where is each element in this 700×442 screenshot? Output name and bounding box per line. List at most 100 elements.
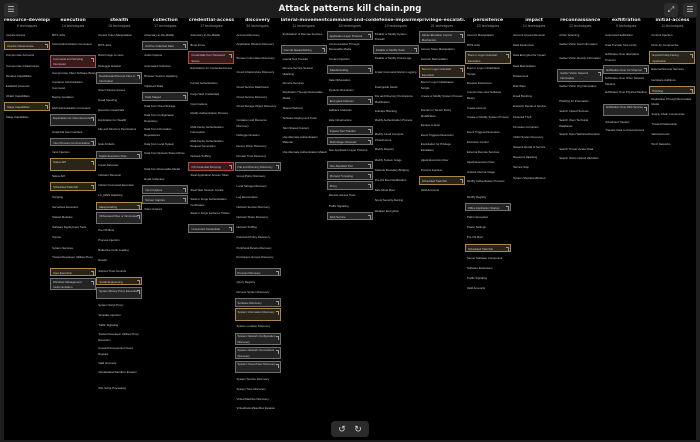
technique-label: Debugger Evasion xyxy=(98,63,122,68)
technique-cell: External Remote Services xyxy=(649,65,695,74)
technique-cell: Compromise Infrastructure xyxy=(4,62,50,71)
technique-count: 23 techniques xyxy=(476,23,500,28)
technique-cell: Deploy Container xyxy=(50,93,96,102)
subtechnique-handle-icon xyxy=(506,54,509,59)
subtechnique-handle-icon xyxy=(644,68,648,73)
technique-label: Valid Accounts xyxy=(420,188,440,193)
technique-cell: Hide Infrastructure xyxy=(327,116,373,125)
technique-label: Data from Removable Media xyxy=(144,166,180,171)
subtechnique-handle-icon xyxy=(506,246,509,251)
technique-label: Escape to Host xyxy=(420,123,440,128)
technique-label: File and Directory Permissions xyxy=(98,127,137,132)
technique-cell-highlighted: System Owner/User Discovery xyxy=(234,360,281,373)
technique-cell: Steal or Forge Authentication Certificat… xyxy=(188,196,234,208)
technique-label: Cloud Storage Object Discovery xyxy=(236,104,277,109)
technique-cell: ESXi Administration Command xyxy=(50,104,96,113)
rotate-right-icon[interactable]: ↻ xyxy=(351,423,365,435)
technique-cell-highlighted: Web Service xyxy=(326,211,373,221)
technique-cell: Network Share Discovery xyxy=(235,213,281,222)
subtechnique-handle-icon xyxy=(367,98,371,103)
technique-label: Debugger Evasion xyxy=(236,133,260,138)
technique-label: LC_MAIN Hijacking xyxy=(98,193,123,198)
technique-cell: Container and Resource Discovery xyxy=(235,118,281,130)
technique-count: 17 techniques xyxy=(200,23,223,28)
technique-cell: Establish Accounts xyxy=(4,82,50,91)
fullscreen-icon[interactable]: ⤢ xyxy=(664,3,678,17)
technique-cell: Exfiltration Over Physical Medium xyxy=(603,90,649,102)
subtechnique-handle-icon xyxy=(644,106,648,111)
subtechnique-handle-icon xyxy=(137,153,141,158)
technique-label: Exploitation for Credential Access xyxy=(190,66,233,71)
technique-list: Disable or Modify System Firewall Disable… xyxy=(372,31,419,215)
technique-cell: Network Denial of Service xyxy=(511,143,557,152)
technique-cell: Search Victim-Owned Websites xyxy=(557,156,603,168)
technique-label: Replication Through Removable Media xyxy=(651,96,692,107)
technique-cell-highlighted: Encrypted Channel xyxy=(326,95,373,105)
technique-label: Remote Services xyxy=(282,81,304,86)
subtechnique-handle-icon xyxy=(459,179,463,184)
technique-cell: System Services xyxy=(50,244,96,253)
technique-cell: Account Manipulation xyxy=(419,55,465,64)
technique-label: Scripting xyxy=(52,194,63,199)
technique-cell: Virtualization/Sandbox Evasion xyxy=(96,370,142,382)
technique-cell: Source xyxy=(50,233,96,242)
technique-cell: Remote System Discovery xyxy=(235,288,281,297)
technique-cell: Account Access Removal xyxy=(511,31,557,40)
technique-cell: Browser Session Hijacking xyxy=(142,72,188,81)
technique-cell-highlighted: System Binary Proxy Execution xyxy=(96,286,143,300)
technique-label: External Remote Services xyxy=(467,150,500,155)
tactic-header: initial-access 11 techniques xyxy=(649,18,695,30)
technique-cell: Data from Information Repositories xyxy=(142,126,188,138)
technique-label: Drive-by Compromise xyxy=(651,43,679,48)
tactic-column: initial-access 11 techniques Content Injec… xyxy=(649,18,696,151)
technique-cell: Impair Defenses xyxy=(96,161,142,170)
technique-label: Exfiltration Over Physical Medium xyxy=(605,90,648,95)
technique-cell: Indicator Blocking xyxy=(373,107,419,116)
technique-label: Non-Standard Port xyxy=(329,163,354,168)
technique-cell: Content Injection xyxy=(649,31,695,40)
technique-cell: Transfer Data to Cloud Account xyxy=(603,128,649,140)
technique-cell: Debugger Evasion xyxy=(96,62,142,71)
technique-count: 12 techniques xyxy=(568,23,592,28)
technique-cell-highlighted: Stage Capabilities xyxy=(4,102,50,111)
technique-label: Exfiltration Over Web Service xyxy=(606,105,643,110)
subtechnique-handle-icon xyxy=(506,205,509,210)
subtechnique-handle-icon xyxy=(91,116,95,121)
technique-cell: Use Alternate Authentication Material xyxy=(281,148,327,157)
technique-label: Disk Wipe xyxy=(513,83,526,88)
technique-label: Inhibit System Recovery xyxy=(513,134,544,139)
hamburger-menu-icon[interactable]: ☰ xyxy=(683,3,697,17)
technique-cell: Shared Modules xyxy=(50,213,96,222)
technique-cell: System Shutdown/Reboot xyxy=(511,174,557,183)
tactic-column: stealth 15 techniques Access Token Manipul… xyxy=(96,18,143,394)
technique-label: Data Destruction xyxy=(513,43,534,48)
technique-label: Content Injection xyxy=(651,33,673,37)
tactic-name: resource-developme... xyxy=(4,18,50,23)
technique-label: Exploitation for Stealth xyxy=(98,118,127,123)
technique-label: Audio Capture xyxy=(144,53,163,58)
technique-count: 34 techniques xyxy=(246,23,269,28)
technique-cell: Search Threat Vendor Data xyxy=(557,145,603,154)
technique-label: Unused/Unsupported Cloud Regions xyxy=(98,346,133,356)
technique-cell: Supply Chain Compromise xyxy=(649,110,695,119)
technique-cell-highlighted: Archive Collected Data xyxy=(142,41,189,50)
technique-cell: Create or Modify System Process xyxy=(419,93,465,105)
technique-label: Automated Collection xyxy=(144,63,171,68)
technique-label: Cloud Administration Command xyxy=(52,41,92,46)
technique-label: Clipboard Data xyxy=(144,83,163,88)
technique-label: Acquire Infrastructure xyxy=(7,44,34,49)
technique-cell: Defacement xyxy=(511,72,557,81)
technique-label: Indicator Removal xyxy=(98,173,121,178)
technique-cell: Hardware Additions xyxy=(649,76,695,85)
rotate-left-icon[interactable]: ↺ xyxy=(335,423,349,435)
technique-cell: Native API xyxy=(50,172,96,181)
technique-label: Adversary-in-the-Middle xyxy=(144,33,174,37)
technique-cell: Dynamic Resolution xyxy=(327,86,373,95)
technique-list: Application Layer Protocol Communication … xyxy=(326,31,373,221)
technique-cell: Serverless Execution xyxy=(50,203,96,212)
technique-cell: Cloud Infrastructure Discovery xyxy=(235,69,281,81)
technique-label: Modify System Image xyxy=(374,157,402,162)
technique-label: Create or Modify System Process xyxy=(467,114,509,119)
technique-label: Remote Service Session Hijacking xyxy=(282,66,314,76)
technique-label: System Location Discovery xyxy=(236,324,271,329)
